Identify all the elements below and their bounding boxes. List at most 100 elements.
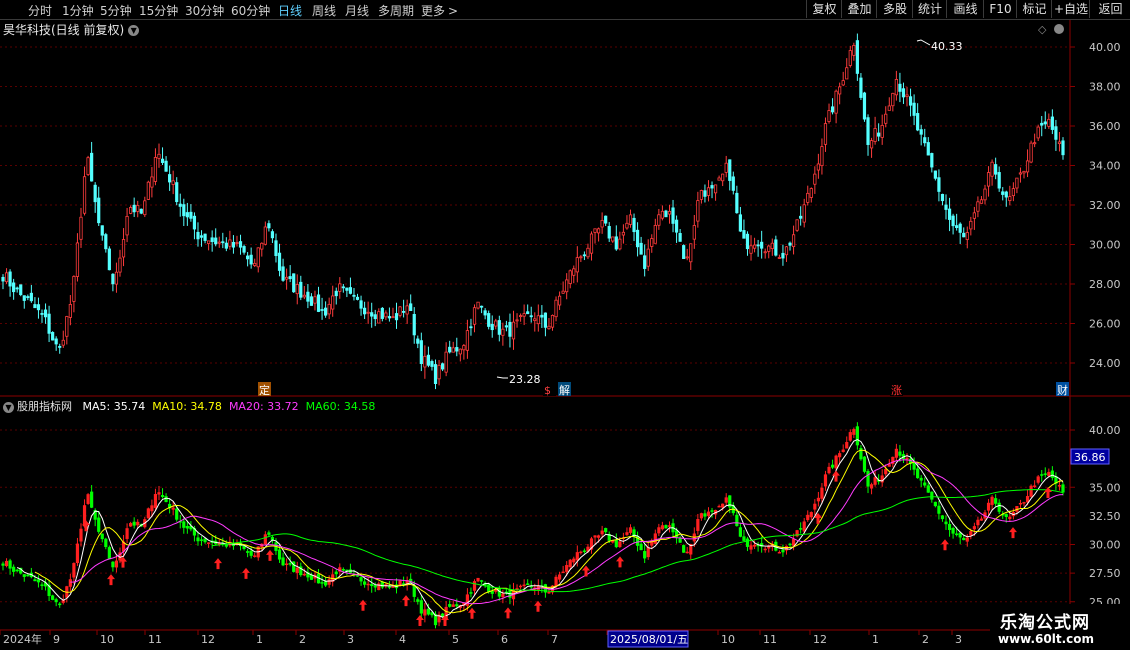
event-marker-2: 解 xyxy=(559,383,570,397)
kline-chart[interactable]: 40.00 38.00 36.00 34.00 32.00 30.00 28.00 26.00… xyxy=(0,0,1130,650)
indicator-bar xyxy=(547,591,551,594)
candle-body xyxy=(1057,141,1062,145)
indicator-bar xyxy=(522,584,526,587)
indicator-bar xyxy=(596,535,601,538)
indicator-bar xyxy=(916,468,920,479)
toolbar-button-6[interactable]: 标记 xyxy=(1016,0,1052,18)
candle-body xyxy=(8,271,12,287)
event-marker-0: 定 xyxy=(259,383,270,397)
candle-body xyxy=(433,364,438,385)
candle-body xyxy=(1054,126,1058,140)
stock-title: 昊华科技(日线 前复权) xyxy=(3,23,125,37)
toolbar-button-1[interactable]: 叠加 xyxy=(841,0,877,18)
indicator-bar xyxy=(476,577,480,582)
toolbar-button-4[interactable]: 画线 xyxy=(946,0,984,18)
candle-body xyxy=(270,231,275,239)
buy-arrow xyxy=(242,567,250,579)
indicator-bar xyxy=(526,583,530,585)
toolbar-button-7[interactable]: +自选 xyxy=(1051,0,1090,18)
timeframe-3[interactable]: 15分钟 xyxy=(139,2,178,19)
candle-body xyxy=(582,254,587,257)
candle-body xyxy=(774,239,778,256)
settings-circle-icon[interactable] xyxy=(1054,24,1064,34)
candle-body xyxy=(178,203,182,207)
timeframe-0[interactable]: 分时 xyxy=(28,2,52,19)
indicator-bar xyxy=(518,585,523,588)
toolbar-button-2[interactable]: 多股 xyxy=(876,0,913,18)
toolbar-button-3[interactable]: 统计 xyxy=(912,0,947,18)
candle-body xyxy=(947,208,952,220)
candle-body xyxy=(926,142,930,156)
indicator-bar xyxy=(752,544,757,547)
toolbar-button-5[interactable]: F10 xyxy=(983,0,1017,18)
candle-body xyxy=(260,242,264,250)
candle-body xyxy=(745,233,750,250)
candle-body xyxy=(660,210,664,219)
buy-arrow xyxy=(1009,527,1017,539)
candle-body xyxy=(132,204,136,213)
timeframe-8[interactable]: 月线 xyxy=(345,2,369,19)
indicator-bar xyxy=(933,501,937,507)
candle-body xyxy=(306,291,310,302)
indicator-bar xyxy=(324,581,328,586)
indicator-bar xyxy=(100,533,104,540)
indicator-bar xyxy=(994,498,998,504)
chevron-down-icon[interactable]: ▼ xyxy=(128,25,140,36)
indicator-bar xyxy=(1008,516,1012,520)
candle-body xyxy=(788,242,792,246)
candle-body xyxy=(309,296,314,306)
indicator-bar xyxy=(363,581,367,585)
candle-body xyxy=(175,182,179,203)
diamond-icon[interactable]: ◇ xyxy=(1038,23,1047,36)
ma-label-3: MA60: 34.58 xyxy=(305,400,376,413)
timeframe-7[interactable]: 周线 xyxy=(312,2,336,19)
candle-body xyxy=(830,106,835,113)
candle-body xyxy=(90,152,94,182)
toolbar-button-8[interactable]: 返回 xyxy=(1089,0,1130,18)
chevron-down-icon[interactable]: ▼ xyxy=(3,401,14,413)
buy-arrow xyxy=(266,549,274,561)
candle-body xyxy=(501,328,505,336)
timeframe-1[interactable]: 1分钟 xyxy=(62,2,94,19)
chevron-right-icon: > xyxy=(448,4,459,18)
candle-body xyxy=(1029,142,1033,163)
indicator-bar xyxy=(1,563,5,566)
indicator-bar xyxy=(628,527,633,533)
indicator-bars xyxy=(1,422,1065,629)
timeframe-2[interactable]: 5分钟 xyxy=(100,2,132,19)
indicator-bar xyxy=(834,455,838,469)
indicator-bar xyxy=(501,593,505,598)
candle-body xyxy=(550,315,555,328)
candle-body xyxy=(444,351,448,373)
candle-body xyxy=(72,276,76,302)
candle-body xyxy=(12,282,16,293)
indicator-bar xyxy=(582,550,587,552)
indicator-bar xyxy=(129,523,133,527)
date-label: 5 xyxy=(452,633,459,646)
candle-body xyxy=(600,220,604,228)
indicator-bar xyxy=(58,603,62,606)
candle-body xyxy=(207,240,211,244)
timeframe-5[interactable]: 60分钟 xyxy=(231,2,270,19)
timeframe-10[interactable]: 更多 > xyxy=(421,2,458,19)
indicator-bar xyxy=(568,559,572,568)
candle-body xyxy=(703,190,707,197)
candle-body xyxy=(838,86,842,95)
candle-body xyxy=(1004,191,1008,198)
indicator-bar xyxy=(146,508,150,519)
candle-body xyxy=(674,219,679,233)
candle-body xyxy=(933,170,937,179)
date-label: 11 xyxy=(148,633,162,646)
candle-body xyxy=(572,268,576,276)
candle-body xyxy=(912,102,916,116)
candle-body xyxy=(51,331,55,341)
indicator-bar xyxy=(22,574,26,577)
indicator-bar xyxy=(4,560,9,567)
candle-body xyxy=(483,310,487,316)
candle-body xyxy=(118,257,122,273)
candle-body xyxy=(756,244,760,247)
toolbar-button-0[interactable]: 复权 xyxy=(806,0,842,18)
timeframe-6[interactable]: 日线 xyxy=(278,2,302,19)
timeframe-9[interactable]: 多周期 xyxy=(378,2,414,19)
timeframe-4[interactable]: 30分钟 xyxy=(185,2,224,19)
